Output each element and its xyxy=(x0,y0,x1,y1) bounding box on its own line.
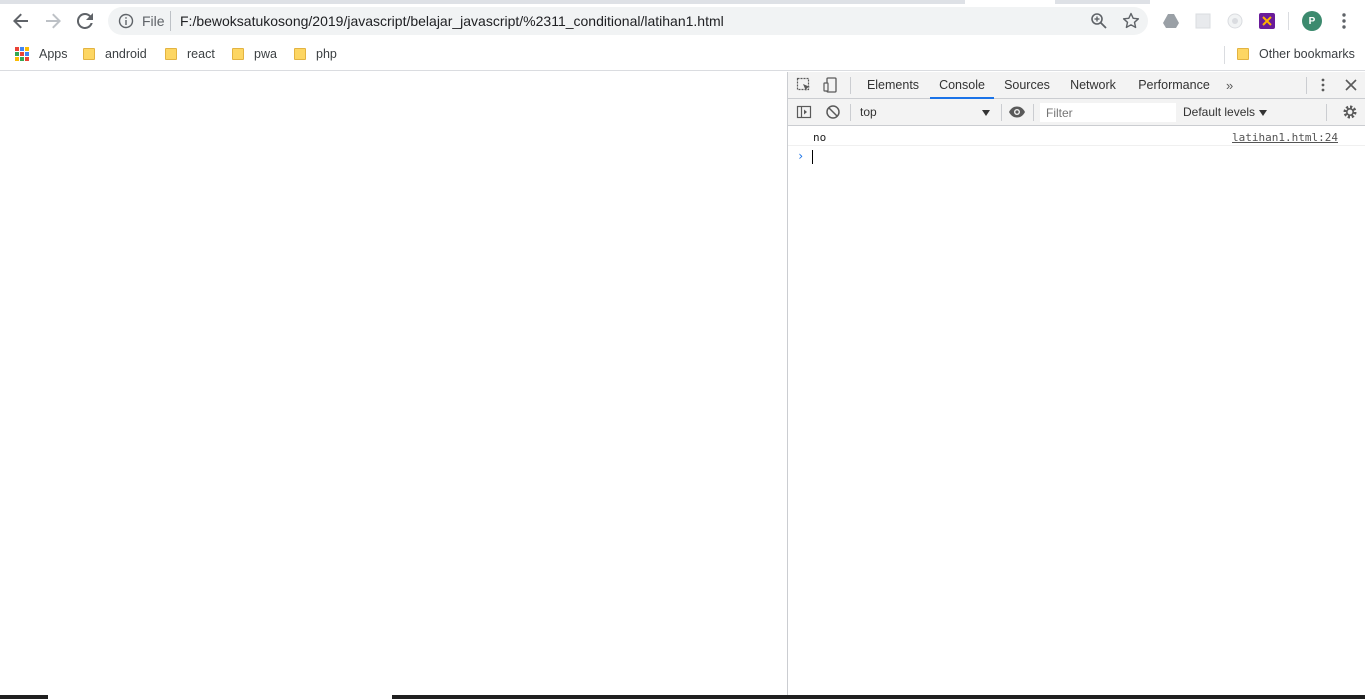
reload-button[interactable] xyxy=(72,8,98,34)
console-prompt[interactable]: › xyxy=(788,146,1365,166)
drive-extension-icon[interactable] xyxy=(1162,12,1180,30)
console-filter-input[interactable] xyxy=(1040,103,1176,122)
tab-sources[interactable]: Sources xyxy=(1000,72,1054,99)
url-text[interactable]: F:/bewoksatukosong/2019/javascript/belaj… xyxy=(180,13,724,29)
bookmark-apps[interactable]: Apps xyxy=(15,45,68,63)
omnibox-divider xyxy=(170,11,171,31)
chevron-down-icon xyxy=(1259,109,1268,116)
devtools-tab-bar: Elements Console Sources Network Perform… xyxy=(788,72,1365,99)
console-message-source-link[interactable]: latihan1.html:24 xyxy=(1232,131,1338,144)
back-button[interactable] xyxy=(8,8,34,34)
devtools-divider xyxy=(1326,104,1327,121)
clear-console-icon[interactable] xyxy=(825,104,841,120)
close-icon[interactable] xyxy=(1343,77,1359,93)
console-output: no latihan1.html:24 › xyxy=(788,127,1365,166)
inspect-element-icon[interactable] xyxy=(796,77,812,93)
taskbar-gap xyxy=(48,695,392,699)
bookmarks-divider xyxy=(1224,46,1225,64)
log-levels-label: Default levels xyxy=(1183,105,1256,119)
forward-button[interactable] xyxy=(40,8,66,34)
bookmark-label: Apps xyxy=(39,47,68,61)
bookmark-label: react xyxy=(187,47,215,61)
bookmark-folder-react[interactable]: react xyxy=(165,45,215,63)
more-tabs-button[interactable]: » xyxy=(1226,78,1233,93)
folder-icon xyxy=(165,48,177,60)
bookmark-label: Other bookmarks xyxy=(1259,47,1355,61)
apps-grid-icon xyxy=(15,47,29,61)
bookmark-other[interactable]: Other bookmarks xyxy=(1237,45,1355,63)
log-levels-dropdown[interactable]: Default levels xyxy=(1183,105,1268,119)
chevron-down-icon xyxy=(982,110,990,116)
info-icon[interactable] xyxy=(118,13,134,29)
extension-icon[interactable] xyxy=(1258,12,1276,30)
devtools-menu-icon[interactable] xyxy=(1315,77,1331,93)
bookmark-label: php xyxy=(316,47,337,61)
tab-performance[interactable]: Performance xyxy=(1134,72,1214,99)
folder-icon xyxy=(294,48,306,60)
tab-elements[interactable]: Elements xyxy=(862,72,924,99)
console-message: no latihan1.html:24 xyxy=(788,127,1365,146)
zoom-icon[interactable] xyxy=(1090,12,1108,30)
context-selector[interactable]: top xyxy=(854,104,994,121)
reload-icon xyxy=(77,13,93,29)
devtools-divider xyxy=(1306,77,1307,94)
bookmark-folder-pwa[interactable]: pwa xyxy=(232,45,277,63)
tab-network[interactable]: Network xyxy=(1064,72,1122,99)
console-message-text: no xyxy=(813,131,827,144)
folder-icon xyxy=(232,48,244,60)
taskbar-edge xyxy=(0,695,1365,699)
bookmark-folder-php[interactable]: php xyxy=(294,45,337,63)
bookmark-label: android xyxy=(105,47,147,61)
devtools-divider xyxy=(850,104,851,121)
bookmarks-bar: Apps android react pwa php Other bookmar… xyxy=(0,38,1365,71)
forward-arrow-icon xyxy=(46,13,61,29)
live-expression-eye-icon[interactable] xyxy=(1008,104,1026,120)
devtools-divider xyxy=(1001,104,1002,121)
bookmark-label: pwa xyxy=(254,47,277,61)
folder-icon xyxy=(83,48,95,60)
context-value: top xyxy=(860,105,877,119)
gear-icon[interactable] xyxy=(1342,104,1358,120)
profile-avatar[interactable]: P xyxy=(1302,11,1322,31)
extension-icon[interactable] xyxy=(1194,12,1212,30)
back-arrow-icon xyxy=(13,13,28,29)
browser-toolbar: File F:/bewoksatukosong/2019/javascript/… xyxy=(0,4,1365,38)
bookmark-folder-android[interactable]: android xyxy=(83,45,147,63)
kebab-menu-icon[interactable] xyxy=(1338,12,1350,30)
file-scheme-label: File xyxy=(142,13,165,29)
folder-icon xyxy=(1237,48,1249,60)
console-toolbar: top Default levels xyxy=(788,99,1365,126)
device-toolbar-icon[interactable] xyxy=(823,77,839,93)
devtools-divider xyxy=(1033,104,1034,121)
prompt-chevron-icon: › xyxy=(797,149,805,163)
page-viewport[interactable] xyxy=(0,72,787,699)
text-cursor xyxy=(812,150,813,164)
extension-icon[interactable] xyxy=(1226,12,1244,30)
tab-console[interactable]: Console xyxy=(930,72,994,99)
sidebar-toggle-icon[interactable] xyxy=(796,104,812,120)
devtools-divider xyxy=(850,77,851,94)
address-bar[interactable]: File F:/bewoksatukosong/2019/javascript/… xyxy=(108,7,1148,35)
toolbar-divider xyxy=(1288,12,1289,30)
devtools-panel: Elements Console Sources Network Perform… xyxy=(787,72,1365,699)
bookmark-star-icon[interactable] xyxy=(1122,12,1140,30)
